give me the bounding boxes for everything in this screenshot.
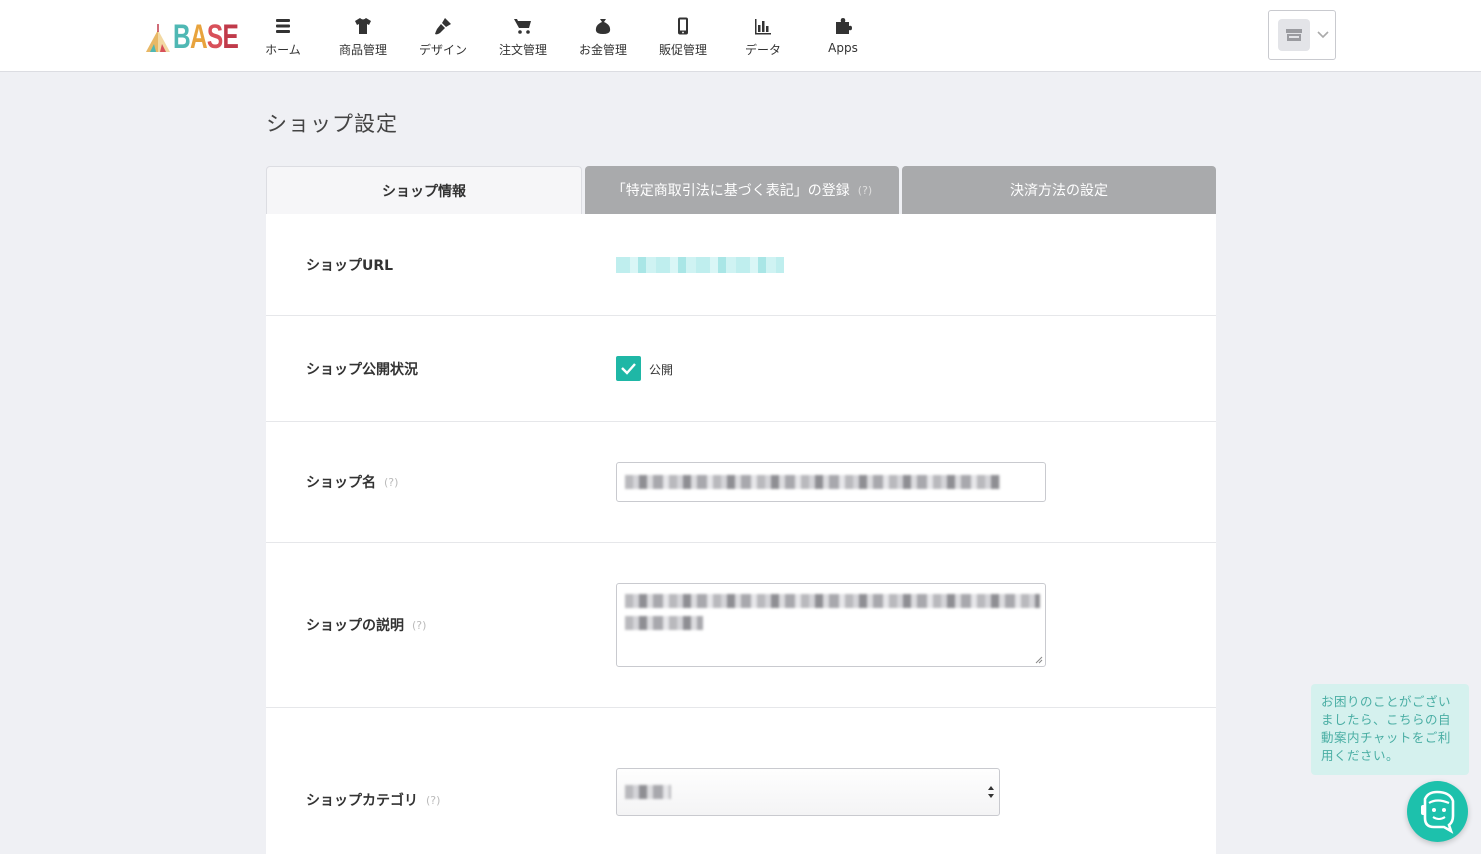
- nav-label: 注文管理: [498, 43, 547, 57]
- cart-icon: [514, 19, 531, 34]
- nav-apps[interactable]: Apps: [803, 0, 883, 71]
- nav-money[interactable]: お金管理: [563, 0, 643, 71]
- shop-name-input[interactable]: [616, 462, 1046, 502]
- nav-label: データ: [744, 43, 781, 57]
- home-list-icon: [276, 19, 290, 33]
- shop-avatar-icon: [1278, 19, 1310, 51]
- nav-data[interactable]: データ: [723, 0, 803, 71]
- nav-label: Apps: [828, 41, 858, 55]
- settings-tabs: ショップ情報 「特定商取引法に基づく表記」の登録 (?) 決済方法の設定: [266, 166, 1216, 214]
- field-label: ショップの説明 (?): [306, 618, 427, 634]
- help-link[interactable]: (?): [384, 476, 398, 489]
- row-shop-url: ショップURL: [266, 214, 1216, 316]
- money-bag-icon: [595, 19, 611, 34]
- resize-handle-icon[interactable]: [1034, 655, 1043, 664]
- settings-panel: ショップURL ショップ公開状況 公開 ショップ名 (?) ショップの説明 (?…: [266, 214, 1216, 854]
- nav-label: 商品管理: [338, 43, 387, 57]
- nav-label: お金管理: [578, 43, 627, 57]
- nav-orders[interactable]: 注文管理: [483, 0, 563, 71]
- nav-products[interactable]: 商品管理: [323, 0, 403, 71]
- chevron-down-icon: [1317, 31, 1329, 39]
- chat-bot-button[interactable]: [1407, 781, 1468, 842]
- field-label: ショップURL: [306, 258, 394, 274]
- nav-design[interactable]: デザイン: [403, 0, 483, 71]
- help-link[interactable]: (?): [412, 619, 426, 632]
- puzzle-icon: [836, 18, 852, 34]
- redacted-text: [625, 594, 1040, 608]
- tshirt-icon: [355, 18, 371, 34]
- tab-shop-info[interactable]: ショップ情報: [266, 166, 582, 214]
- page-title: ショップ設定: [266, 112, 398, 136]
- tab-label: ショップ情報: [382, 183, 466, 200]
- field-label: ショップカテゴリ (?): [306, 793, 441, 809]
- redacted-text: [625, 785, 671, 799]
- nav-promotion[interactable]: 販促管理: [643, 0, 723, 71]
- row-shop-category: ショップカテゴリ (?): [266, 708, 1216, 854]
- publish-checkbox-label: 公開: [649, 363, 674, 377]
- field-label: ショップ公開状況: [306, 362, 418, 378]
- tab-label: 決済方法の設定: [1010, 183, 1108, 199]
- nav-label: ホーム: [265, 43, 301, 57]
- tab-label: 「特定商取引法に基づく表記」の登録: [611, 183, 850, 199]
- row-shop-description: ショップの説明 (?): [266, 543, 1216, 708]
- shop-description-textarea[interactable]: [616, 583, 1046, 667]
- field-label: ショップ名 (?): [306, 475, 399, 491]
- account-menu-button[interactable]: [1268, 10, 1336, 60]
- tab-payment-methods[interactable]: 決済方法の設定: [902, 166, 1216, 214]
- check-icon: [621, 363, 636, 375]
- bar-chart-icon: [755, 19, 771, 35]
- nav-label: デザイン: [418, 43, 467, 57]
- tent-logo-icon: [146, 24, 170, 52]
- logo-wordmark: BASE: [173, 18, 239, 56]
- tab-commercial-law[interactable]: 「特定商取引法に基づく表記」の登録 (?): [585, 166, 899, 214]
- shop-url-link[interactable]: [616, 257, 784, 273]
- select-arrows-icon: [988, 786, 994, 798]
- row-shop-name: ショップ名 (?): [266, 422, 1216, 543]
- row-shop-status: ショップ公開状況 公開: [266, 316, 1216, 422]
- redacted-text: [625, 475, 1000, 489]
- redacted-text: [625, 616, 703, 630]
- main-nav: ホーム 商品管理 デザイン 注文管理 お金管理 販促管理 データ Apps: [243, 0, 883, 71]
- help-link[interactable]: (?): [858, 184, 872, 197]
- chat-prompt-bubble[interactable]: お困りのことがございましたら、こちらの自動案内チャットをご利用ください。: [1311, 684, 1469, 775]
- nav-label: 販促管理: [658, 43, 707, 57]
- top-header: BASE ホーム 商品管理 デザイン 注文管理 お金管理 販促管理 データ Ap…: [0, 0, 1481, 72]
- publish-checkbox[interactable]: [616, 356, 641, 381]
- shop-category-select[interactable]: [616, 768, 1000, 816]
- nav-home[interactable]: ホーム: [243, 0, 323, 71]
- smartphone-icon: [678, 17, 688, 35]
- help-link[interactable]: (?): [426, 794, 440, 807]
- chat-bot-icon: [1421, 790, 1455, 834]
- paintbrush-icon: [435, 18, 451, 35]
